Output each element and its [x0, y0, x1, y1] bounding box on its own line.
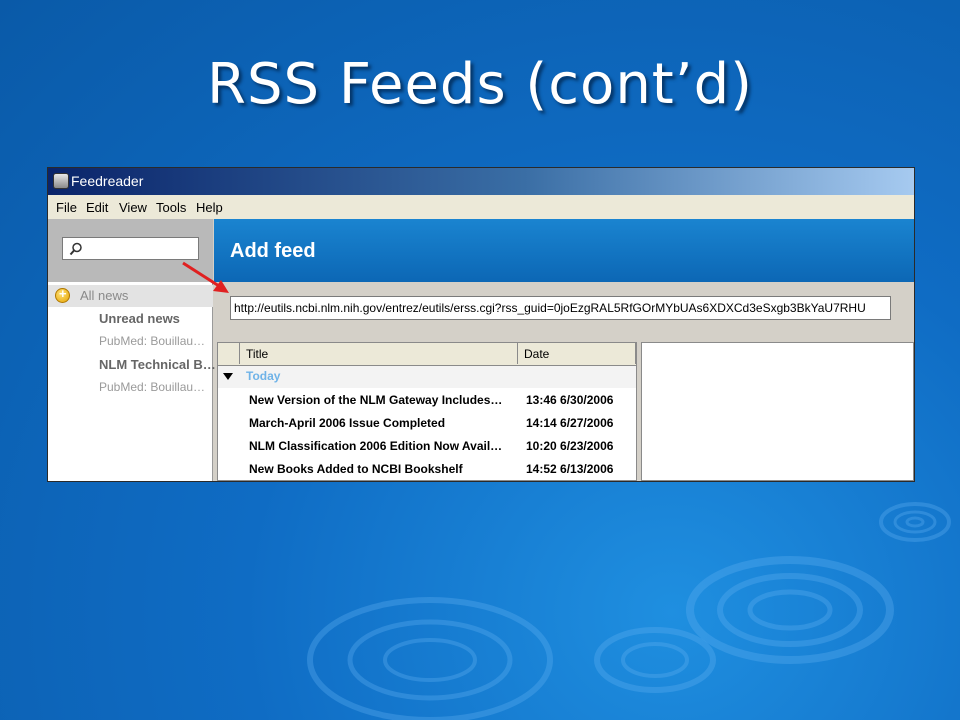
table-row[interactable]: March-April 2006 Issue Completed 14:14 6… — [218, 412, 636, 435]
feed-item-list: Title Date Today New Version of the NLM … — [217, 342, 637, 481]
table-row[interactable]: New Version of the NLM Gateway Includes…… — [218, 389, 636, 412]
search-input[interactable] — [85, 240, 195, 257]
sidebar-item-label: All news — [80, 288, 129, 303]
add-feed-header: Add feed — [214, 219, 914, 282]
table-row[interactable]: NLM Classification 2006 Edition Now Avai… — [218, 435, 636, 458]
row-date: 13:46 6/30/2006 — [526, 393, 614, 407]
menu-file[interactable]: File — [56, 200, 77, 215]
column-header-title[interactable]: Title — [240, 343, 518, 364]
sidebar-item-label: NLM Technical B… — [99, 357, 216, 372]
window-titlebar[interactable]: Feedreader — [48, 168, 914, 195]
row-title: New Books Added to NCBI Bookshelf — [249, 462, 463, 476]
url-area — [214, 282, 914, 342]
table-row[interactable]: New Books Added to NCBI Bookshelf 14:52 … — [218, 458, 636, 481]
preview-pane — [641, 342, 914, 481]
chevron-down-icon[interactable] — [223, 373, 233, 380]
row-date: 14:14 6/27/2006 — [526, 416, 614, 430]
folder-icon — [55, 286, 70, 303]
row-title: NLM Classification 2006 Edition Now Avai… — [249, 439, 503, 453]
group-row-today[interactable]: Today — [218, 366, 636, 388]
group-label: Today — [246, 369, 281, 383]
row-title: New Version of the NLM Gateway Includes… — [249, 393, 503, 407]
feed-sidebar: All news Unread news PubMed: Bouillau… N… — [48, 282, 216, 481]
sidebar-item-feed[interactable]: PubMed: Bouillau… — [48, 331, 213, 353]
sidebar-item-label: Unread news — [99, 311, 180, 326]
sidebar-item-label: PubMed: Bouillau… — [99, 380, 206, 394]
menu-help[interactable]: Help — [196, 200, 223, 215]
menu-view[interactable]: View — [119, 200, 147, 215]
list-header: Title Date — [218, 343, 636, 366]
sidebar-item-feed[interactable]: NLM Technical B… — [48, 354, 216, 376]
feed-url-input[interactable] — [230, 296, 891, 320]
slide-title: RSS Feeds (cont’d) — [207, 52, 753, 117]
menu-tools[interactable]: Tools — [156, 200, 186, 215]
row-date: 10:20 6/23/2006 — [526, 439, 614, 453]
sidebar-item-unread-news[interactable]: Unread news — [48, 308, 213, 330]
row-date: 14:52 6/13/2006 — [526, 462, 614, 476]
app-icon — [53, 173, 69, 189]
column-header-blank[interactable] — [218, 343, 240, 364]
search-icon — [69, 242, 82, 256]
sidebar-item-label: PubMed: Bouillau… — [99, 334, 206, 348]
page-title: Add feed — [230, 240, 316, 262]
menu-edit[interactable]: Edit — [86, 200, 108, 215]
menu-bar: File Edit View Tools Help — [48, 195, 914, 219]
search-box[interactable] — [62, 237, 199, 260]
window-title: Feedreader — [71, 173, 144, 189]
row-title: March-April 2006 Issue Completed — [249, 416, 446, 430]
sidebar-item-feed[interactable]: PubMed: Bouillau… — [48, 377, 213, 399]
feedreader-window: Feedreader File Edit View Tools Help All… — [47, 167, 915, 482]
column-header-date[interactable]: Date — [518, 343, 636, 364]
arrow-icon — [182, 261, 229, 293]
